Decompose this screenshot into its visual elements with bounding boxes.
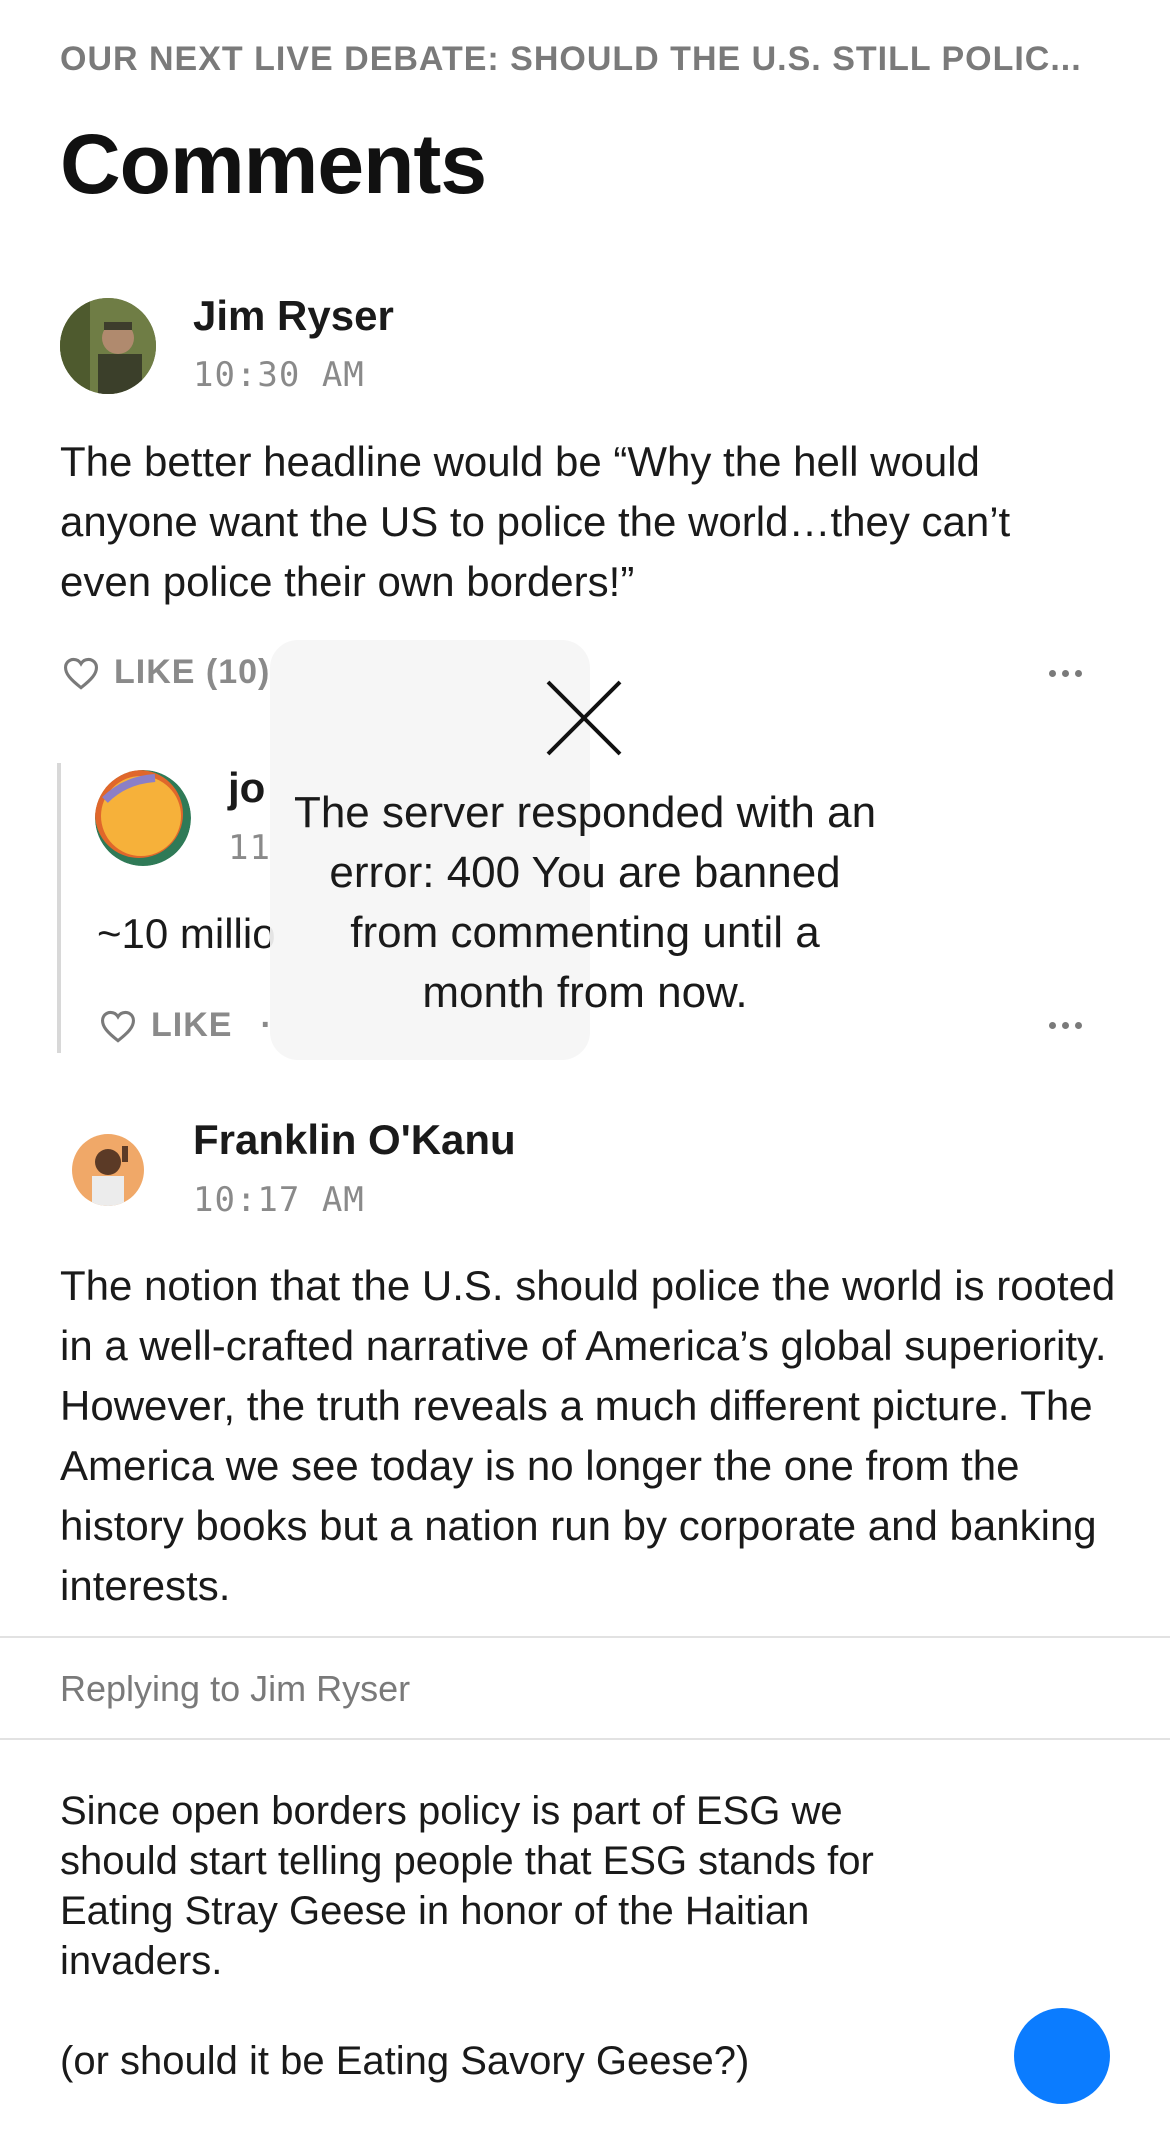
like-button[interactable]: LIKE · [99, 1006, 273, 1045]
like-button[interactable]: LIKE (10) [62, 653, 270, 692]
like-label: LIKE [151, 1006, 233, 1044]
comment-timestamp: 10:17 AM [193, 1180, 365, 1220]
close-icon[interactable] [544, 678, 624, 758]
comment-author[interactable]: Franklin O'Kanu [193, 1116, 516, 1164]
comment-body: The notion that the U.S. should police t… [60, 1262, 1116, 1609]
heart-icon [63, 657, 99, 690]
comment-author[interactable]: Jim Ryser [193, 292, 394, 340]
avatar[interactable] [95, 770, 191, 866]
post-title-overline: OUR NEXT LIVE DEBATE: SHOULD THE U.S. ST… [60, 40, 1082, 78]
like-label: LIKE (10) [114, 653, 271, 691]
thread-line [57, 763, 61, 1053]
comment-timestamp: 11 [228, 828, 271, 868]
comment-body: The better headline would be “Why the he… [60, 438, 1011, 605]
comment-author[interactable]: jo [228, 764, 265, 812]
replying-to-label: Replying to Jim Ryser [60, 1668, 411, 1709]
page-title: Comments [60, 117, 487, 211]
divider [0, 1636, 1170, 1638]
avatar[interactable] [60, 298, 156, 394]
comment-body: ~10 millio [97, 910, 276, 957]
error-message: The server responded with an error: 400 … [293, 788, 877, 1017]
avatar[interactable] [72, 1134, 144, 1206]
send-button[interactable] [1014, 2008, 1110, 2104]
comment-timestamp: 10:30 AM [193, 355, 365, 395]
divider [0, 1738, 1170, 1740]
reply-textarea[interactable]: Since open borders policy is part of ESG… [60, 1786, 960, 2086]
more-icon[interactable] [1049, 670, 1082, 677]
heart-icon [100, 1010, 136, 1043]
more-icon[interactable] [1049, 1022, 1082, 1029]
